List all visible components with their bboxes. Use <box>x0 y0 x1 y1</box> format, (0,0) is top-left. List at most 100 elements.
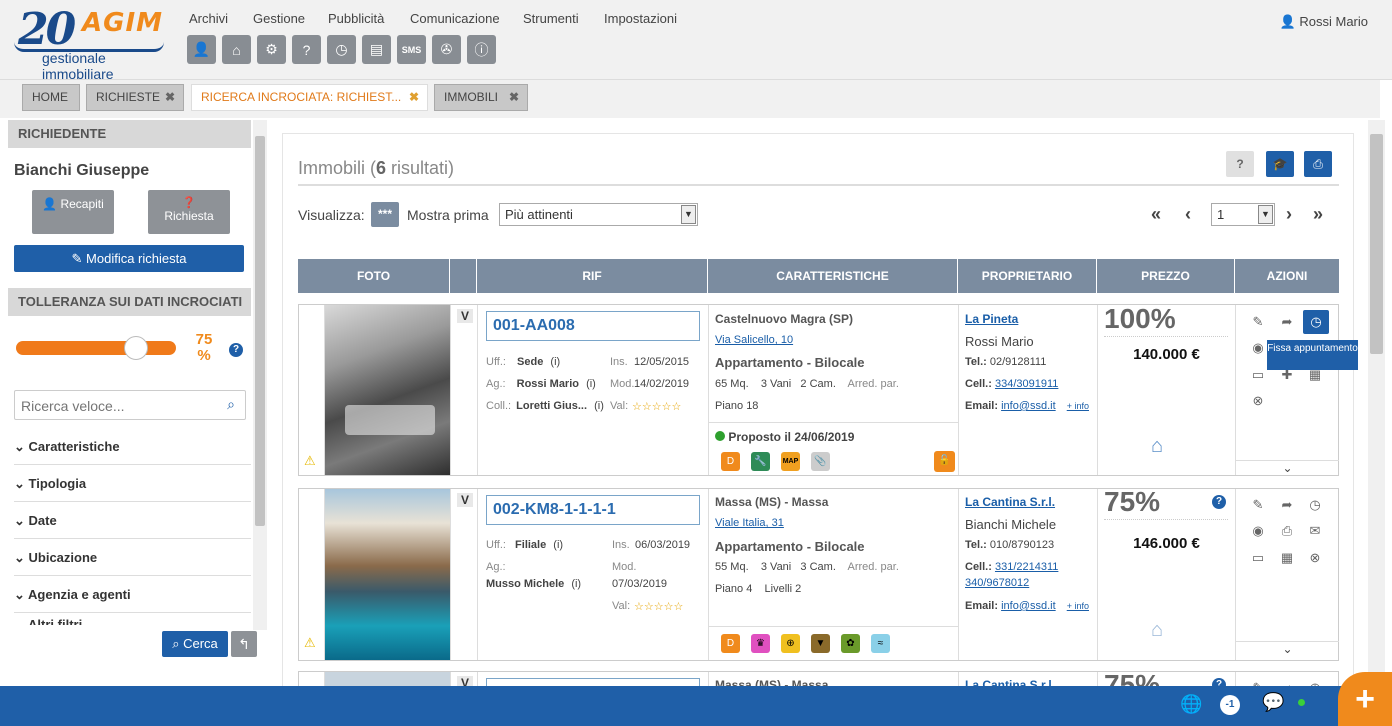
house-box-icon[interactable]: ⌂ <box>1151 619 1163 642</box>
reference-code[interactable]: 002-KM8-1-1-1-1 <box>486 495 700 525</box>
v-badge[interactable]: V <box>457 309 473 323</box>
street-link[interactable]: Viale Italia, 31 <box>715 517 784 529</box>
tab-immobili[interactable]: IMMOBILI ✖ <box>434 84 528 111</box>
clock-icon[interactable]: ◷ <box>1307 497 1323 513</box>
recapiti-button[interactable]: 👤 Recapiti <box>32 190 114 234</box>
user-menu[interactable]: 👤 Rossi Mario <box>1280 14 1368 30</box>
edit-icon[interactable]: ✎ <box>1250 497 1266 513</box>
chevron-down-icon[interactable]: ⌄ <box>1236 641 1339 656</box>
eye-icon[interactable]: ◉ <box>1250 523 1266 539</box>
help-flag-icon[interactable]: ? <box>1226 151 1254 177</box>
warning-icon[interactable]: ⚠ <box>304 635 316 651</box>
badge-d[interactable]: D <box>721 634 740 653</box>
menu-comunicazione[interactable]: Comunicazione <box>410 11 500 26</box>
ag-info[interactable]: (i) <box>586 378 596 390</box>
street-link[interactable]: Via Salicello, 10 <box>715 334 793 346</box>
sort-select[interactable]: Più attinenti ▼ <box>499 203 698 226</box>
person-icon[interactable]: 👤 <box>187 35 216 64</box>
coll-info[interactable]: (i) <box>594 400 604 412</box>
help-icon[interactable]: ? <box>229 343 243 357</box>
richiesta-button[interactable]: ❓ Richiesta <box>148 190 230 234</box>
edit-icon[interactable]: ✎ <box>1250 314 1266 330</box>
paperclip-badge-icon[interactable]: 📎 <box>811 452 830 471</box>
funnel-badge-icon[interactable]: ▼ <box>811 634 830 653</box>
property-photo[interactable] <box>325 489 451 660</box>
scroll-thumb[interactable] <box>255 136 265 526</box>
home-icon[interactable]: ⌂ <box>222 35 251 64</box>
warning-icon[interactable]: ⚠ <box>304 453 316 469</box>
badge-d[interactable]: D <box>721 452 740 471</box>
mail-icon[interactable]: ✉ <box>1307 523 1323 539</box>
sidebar-scrollbar[interactable] <box>253 120 267 630</box>
key-badge-icon[interactable]: 🔧 <box>751 452 770 471</box>
chat-icon[interactable]: 💬 <box>1262 692 1284 713</box>
menu-gestione[interactable]: Gestione <box>253 11 305 26</box>
scroll-thumb[interactable] <box>1370 134 1383 354</box>
last-page-icon[interactable]: » <box>1313 204 1323 225</box>
flower-badge-icon[interactable]: ✿ <box>841 634 860 653</box>
house-settings-icon[interactable]: ⚙ <box>257 35 286 64</box>
crown-badge-icon[interactable]: ♛ <box>751 634 770 653</box>
rating-stars[interactable]: ☆☆☆☆☆ <box>634 600 683 613</box>
coll-info[interactable]: (i) <box>571 578 581 590</box>
slider-handle[interactable] <box>124 336 148 360</box>
book-icon[interactable]: ▤ <box>362 35 391 64</box>
more-info-link[interactable]: + info <box>1067 401 1089 411</box>
cerca-button[interactable]: ⌕ Cerca <box>162 631 228 657</box>
help-icon[interactable]: ? <box>1212 495 1226 509</box>
lifebuoy-icon[interactable]: ✇ <box>432 35 461 64</box>
email-link[interactable]: info@ssd.it <box>1001 400 1056 412</box>
minus-one-icon[interactable]: -1 <box>1220 695 1240 715</box>
cell-link[interactable]: 331/2214311 <box>995 561 1058 573</box>
next-page-icon[interactable]: › <box>1286 204 1292 225</box>
menu-strumenti[interactable]: Strumenti <box>523 11 579 26</box>
accordion-ubicazione[interactable]: ⌄ Ubicazione <box>14 539 251 576</box>
accordion-altri-filtri[interactable]: ⌄ Altri filtri <box>14 613 251 625</box>
back-arrow-button[interactable]: ↰ <box>231 631 257 657</box>
modifica-richiesta-button[interactable]: ✎ Modifica richiesta <box>14 245 244 272</box>
house-box-icon[interactable]: ⌂ <box>1151 435 1163 458</box>
sms-icon[interactable]: SMS <box>397 35 426 64</box>
property-photo[interactable] <box>325 305 451 475</box>
graduation-cap-icon[interactable]: 🎓 <box>1266 151 1294 177</box>
close-icon[interactable]: ✖ <box>509 85 519 110</box>
owner-link[interactable]: La Pineta <box>965 312 1018 326</box>
presentation-icon[interactable]: ▭ <box>1250 367 1266 383</box>
cell-link[interactable]: 334/3091911 <box>995 378 1058 390</box>
close-icon[interactable]: ✖ <box>165 85 175 110</box>
unlock-icon[interactable]: 🔓 <box>934 451 955 472</box>
info-icon[interactable]: ⓘ <box>467 35 496 64</box>
v-badge[interactable]: V <box>457 493 473 507</box>
share-arrow-icon[interactable]: ➦ <box>1279 497 1295 513</box>
accordion-date[interactable]: ⌄ Date <box>14 502 251 539</box>
clock-icon[interactable]: ◷ <box>1303 310 1329 334</box>
accordion-caratteristiche[interactable]: ⌄ Caratteristiche <box>14 428 251 465</box>
tab-ricerca-incrociata[interactable]: RICERCA INCROCIATA: RICHIEST... ✖ <box>191 84 428 111</box>
uff-info[interactable]: (i) <box>550 356 560 368</box>
more-info-link[interactable]: + info <box>1067 601 1089 611</box>
cell-link-2[interactable]: 340/9678012 <box>965 577 1029 589</box>
menu-impostazioni[interactable]: Impostazioni <box>604 11 677 26</box>
eye-icon[interactable]: ◉ <box>1250 340 1266 356</box>
email-link[interactable]: info@ssd.it <box>1001 600 1056 612</box>
close-icon[interactable]: ✖ <box>409 85 419 110</box>
menu-archivi[interactable]: Archivi <box>189 11 228 26</box>
accordion-agenzia[interactable]: ⌄ Agenzia e agenti <box>14 576 251 613</box>
search-input[interactable] <box>21 396 211 416</box>
chevron-down-icon[interactable]: ⌄ <box>1236 460 1339 475</box>
globe-badge-icon[interactable]: ⊕ <box>781 634 800 653</box>
print-icon[interactable]: ⎙ <box>1304 151 1332 177</box>
prev-page-icon[interactable]: ‹ <box>1185 204 1191 225</box>
menu-pubblicita[interactable]: Pubblicità <box>328 11 384 26</box>
share-arrow-icon[interactable]: ➦ <box>1279 314 1295 330</box>
globe-icon[interactable]: 🌐 <box>1180 694 1202 715</box>
question-bubble-icon[interactable]: ? <box>292 35 321 64</box>
tolerance-slider[interactable] <box>16 336 176 360</box>
search-icon[interactable]: ⌕ <box>227 396 235 413</box>
clock-icon[interactable]: ◷ <box>327 35 356 64</box>
uff-info[interactable]: (i) <box>553 539 563 551</box>
first-page-icon[interactable]: « <box>1151 204 1161 225</box>
presentation-icon[interactable]: ▭ <box>1250 550 1266 566</box>
page-select[interactable]: 1 ▼ <box>1211 203 1275 226</box>
page-scrollbar[interactable] <box>1368 120 1385 686</box>
